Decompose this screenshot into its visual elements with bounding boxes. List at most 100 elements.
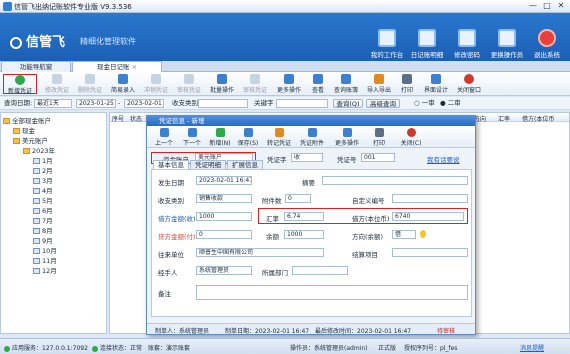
edit-voucher-button[interactable]: 修改凭证 [41, 74, 73, 94]
tree-item-month[interactable]: 10月 [3, 246, 105, 256]
voucher-no-input[interactable]: 001 [361, 153, 395, 162]
voucher-word-select[interactable]: 收 [291, 153, 323, 162]
tab-extended-info[interactable]: 扩展信息 [227, 160, 263, 169]
edit-icon [52, 74, 62, 84]
balance-input[interactable]: 1000 [284, 230, 324, 239]
user-switch-icon [498, 29, 516, 47]
dialog-close-button[interactable]: 关闭(C) [397, 128, 425, 147]
tree-item-folder[interactable]: 美元账户 [3, 136, 105, 146]
import-export-button[interactable]: 导入导出 [363, 74, 395, 94]
add-voucher-button[interactable]: 新增凭证 [3, 74, 37, 95]
remark-input[interactable] [196, 285, 468, 300]
period-select[interactable]: 最近1天 [34, 99, 72, 108]
minimize-button[interactable]: — [526, 1, 540, 11]
date-to-input[interactable]: 2023-02-01 [124, 99, 164, 108]
nav-exit-system[interactable]: 退出系统 [530, 29, 564, 59]
category-label: 收支类别 [158, 197, 184, 205]
dialog-more-ops-button[interactable]: 更多操作 [331, 128, 363, 147]
base-debit-input[interactable]: 6740 [392, 212, 464, 221]
custom-no-input[interactable] [392, 194, 468, 203]
tree-item-month[interactable]: 11月 [3, 256, 105, 266]
dialog-print-button[interactable]: 打印 [367, 128, 391, 147]
reverse-voucher-button[interactable]: 冲销凭证 [140, 74, 172, 94]
print-icon [402, 74, 412, 84]
radio-first-audit[interactable]: ○ 一审 [414, 99, 435, 108]
tab-voucher-detail[interactable]: 凭证明细 [190, 160, 226, 169]
quick-entry-button[interactable]: 简易录入 [107, 74, 139, 94]
tab-cash-journal[interactable]: 现金日记账 × [72, 61, 162, 72]
quick-entry-icon [118, 74, 128, 84]
unit-input[interactable]: 顺普生中国有限公司 [196, 248, 324, 257]
tab-basic-info[interactable]: 基本信息 [153, 160, 189, 169]
ui-design-button[interactable]: 界面设计 [420, 74, 452, 94]
query-button[interactable]: 查询(Q) [333, 99, 363, 108]
radio-second-audit[interactable]: ● 二审 [440, 99, 461, 108]
delete-voucher-button[interactable]: 删除凭证 [74, 74, 106, 94]
grid-header-cell[interactable]: 汇率 [498, 114, 510, 123]
voucher-attachment-button[interactable]: 凭证附件 [297, 128, 327, 147]
grid-header-cell[interactable]: 状态 [130, 114, 142, 123]
maximize-button[interactable]: □ [540, 1, 554, 11]
tree-item-month[interactable]: 7月 [3, 216, 105, 226]
tree-item-folder[interactable]: 2023年 [3, 146, 105, 156]
dept-select[interactable] [292, 266, 348, 275]
credit-input[interactable]: 0 [196, 230, 252, 239]
tree-item-month[interactable]: 1月 [3, 156, 105, 166]
advanced-query-button[interactable]: 高级查询 [366, 99, 400, 108]
category-select[interactable] [198, 99, 248, 108]
tree-item-month[interactable]: 5月 [3, 196, 105, 206]
nav-switch-operator[interactable]: 更换操作员 [490, 29, 524, 59]
query-books-button[interactable]: 查询账簿 [330, 74, 362, 94]
window-close-button[interactable]: ✕ [554, 1, 568, 11]
settle-input[interactable] [392, 248, 468, 257]
tree-item-month[interactable]: 8月 [3, 226, 105, 236]
tree-item-month[interactable]: 4月 [3, 186, 105, 196]
date-from-input[interactable]: 2023-01-25 [76, 99, 116, 108]
attachments-input[interactable]: 0 [285, 194, 311, 203]
calendar-icon [33, 208, 40, 214]
transfer-voucher-button[interactable]: 转记凭证 [264, 128, 294, 147]
date-input[interactable]: 2023-02-01 16:47 [196, 176, 252, 185]
print-button[interactable]: 打印 [396, 74, 418, 94]
next-button[interactable]: 下一个 [179, 128, 205, 147]
save-button[interactable]: 保存(S) [235, 128, 261, 147]
comment-link[interactable]: 我有话要说 [427, 154, 460, 164]
nav-ledger-detail[interactable]: 日记账明细 [410, 29, 444, 59]
bulb-icon[interactable] [420, 230, 426, 238]
audit-voucher-button[interactable]: 审核凭证 [173, 74, 205, 94]
tree-item-month[interactable]: 2月 [3, 166, 105, 176]
tree-item-root[interactable]: 全部现金账户 [3, 116, 105, 126]
message-link[interactable]: 消息提醒 [520, 343, 544, 352]
batch-icon [217, 74, 227, 84]
summary-label: 摘要 [302, 179, 315, 187]
direction-select[interactable]: 借 [392, 230, 416, 239]
grid-header-cell[interactable]: 借方(本位币 [522, 114, 554, 123]
prev-button[interactable]: 上一个 [151, 128, 177, 147]
nav-my-workbench[interactable]: 我的工作台 [370, 29, 404, 59]
summary-input[interactable] [322, 176, 468, 185]
next-icon [187, 128, 197, 137]
tree-item-month[interactable]: 9月 [3, 236, 105, 246]
tab-close-icon[interactable]: × [132, 63, 137, 71]
tree-item-month[interactable]: 3月 [3, 176, 105, 186]
batch-operation-button[interactable]: 批量操作 [206, 74, 238, 94]
tab-function-navigation[interactable]: 功能导航窗 [1, 61, 71, 72]
exit-icon [538, 29, 556, 47]
keyword-input[interactable] [276, 99, 328, 108]
audit-voucher-2-button[interactable]: 审核凭证 [239, 74, 271, 94]
new-button[interactable]: 新增(N) [207, 128, 233, 147]
debit-input[interactable]: 1000 [196, 212, 252, 221]
category-select[interactable]: 销售收款 [196, 194, 252, 203]
rate-input[interactable]: 6.74 [284, 212, 324, 221]
tree-item-month[interactable]: 12月 [3, 266, 105, 276]
grid-header-cell[interactable]: 序号 [112, 114, 124, 123]
nav-change-password[interactable]: 修改密码 [450, 29, 484, 59]
tree-item-folder[interactable]: 现金 [3, 126, 105, 136]
tree-item-month[interactable]: 6月 [3, 206, 105, 216]
connection-status: 连接状态：正常 [92, 343, 142, 352]
handler-select[interactable]: 系统管理员 [196, 266, 252, 275]
close-window-button[interactable]: 关闭窗口 [453, 74, 485, 94]
journal-toolbar: 新增凭证 修改凭证 删除凭证 简易录入 冲销凭证 审核凭证 批量操作 审核凭证 … [0, 72, 570, 96]
view-button[interactable]: 查看 [307, 74, 329, 94]
more-operations-button[interactable]: 更多操作 [272, 74, 306, 94]
